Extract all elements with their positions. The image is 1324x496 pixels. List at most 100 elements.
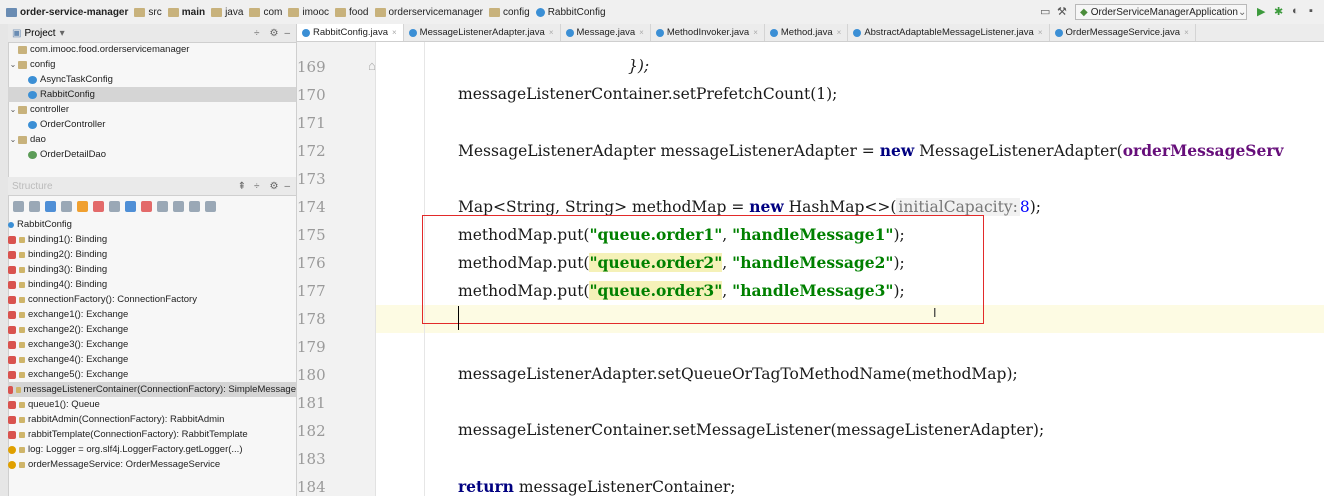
tab-message[interactable]: Message.java ×	[561, 24, 651, 41]
tab-messagelisteneradapter[interactable]: MessageListenerAdapter.java ×	[404, 24, 561, 41]
tree-item-config[interactable]: ⌄ config	[8, 57, 296, 72]
structure-item[interactable]: rabbitAdmin(ConnectionFactory): RabbitAd…	[8, 412, 296, 427]
structure-item[interactable]: exchange2(): Exchange	[8, 322, 296, 337]
fold-icon[interactable]: ⌂	[368, 58, 376, 73]
gear-icon[interactable]: ⚙	[269, 28, 278, 39]
chevron-down-icon[interactable]: ⌄	[8, 105, 18, 114]
line-number: 176	[297, 254, 326, 272]
stop-icon[interactable]: ▪	[1309, 5, 1313, 17]
autoscroll-to-source-icon[interactable]	[189, 200, 200, 212]
method-icon	[8, 370, 16, 379]
sort-alpha-icon[interactable]	[13, 200, 24, 212]
tab-methodinvoker[interactable]: MethodInvoker.java ×	[651, 24, 765, 41]
debug-icon[interactable]: ✱	[1274, 5, 1283, 18]
folder-icon	[18, 105, 27, 114]
build-hammer-icon[interactable]: ⚒	[1057, 5, 1067, 18]
structure-item[interactable]: binding3(): Binding	[8, 262, 296, 277]
breadcrumb-rabbitconfig[interactable]: RabbitConfig	[535, 7, 606, 18]
tab-rabbitconfig[interactable]: RabbitConfig.java ×	[297, 24, 404, 41]
layout-icon[interactable]: ▭	[1040, 5, 1050, 18]
structure-item[interactable]: exchange5(): Exchange	[8, 367, 296, 382]
structure-panel-header[interactable]: Structure ⇞ ÷ ⚙ –	[8, 177, 296, 196]
tree-item-asynctaskconfig[interactable]: AsyncTaskConfig	[8, 72, 296, 87]
expand-icon[interactable]: ⇞	[238, 181, 246, 192]
tree-item-package[interactable]: com.imooc.food.orderservicemanager	[8, 42, 296, 57]
show-anonymous-icon[interactable]	[141, 200, 152, 212]
close-icon[interactable]: ×	[837, 28, 842, 37]
tree-item-controller[interactable]: ⌄ controller	[8, 102, 296, 117]
coverage-icon[interactable]: ◐	[1292, 5, 1299, 17]
code-line-170: messageListenerContainer.setPrefetchCoun…	[458, 85, 838, 103]
breadcrumb-project[interactable]: order-service-manager	[6, 7, 128, 18]
breadcrumb-orderservicemanager[interactable]: orderservicemanager	[374, 7, 483, 18]
folder-icon	[18, 60, 27, 69]
show-properties-icon[interactable]	[45, 200, 56, 212]
public-icon	[19, 311, 25, 318]
folder-icon	[374, 7, 386, 17]
collapse-all-icon[interactable]	[173, 200, 184, 212]
breadcrumb-main[interactable]: main	[167, 7, 205, 18]
structure-item[interactable]: exchange3(): Exchange	[8, 337, 296, 352]
hide-icon[interactable]: –	[284, 28, 290, 39]
method-icon	[8, 400, 16, 409]
project-panel-header[interactable]: ▣ Project ▾ ÷ ⚙ –	[8, 24, 296, 43]
structure-item[interactable]: rabbitTemplate(ConnectionFactory): Rabbi…	[8, 427, 296, 442]
show-fields-icon[interactable]	[61, 200, 72, 212]
structure-item-selected[interactable]: messageListenerContainer(ConnectionFacto…	[8, 382, 296, 397]
structure-item[interactable]: queue1(): Queue	[8, 397, 296, 412]
close-icon[interactable]: ×	[549, 28, 554, 37]
line-number-current: 178	[297, 310, 326, 328]
close-icon[interactable]: ×	[392, 28, 397, 37]
close-icon[interactable]: ×	[1038, 28, 1043, 37]
show-non-public-icon[interactable]	[93, 200, 104, 212]
structure-item[interactable]: binding4(): Binding	[8, 277, 296, 292]
class-icon	[535, 7, 545, 17]
class-icon	[769, 28, 778, 37]
expand-all-icon[interactable]	[157, 200, 168, 212]
chevron-down-icon[interactable]: ⌄	[8, 135, 18, 144]
breadcrumb-config[interactable]: config	[489, 7, 530, 18]
tree-item-ordercontroller[interactable]: OrderController	[8, 117, 296, 132]
show-inherited-icon[interactable]	[77, 200, 88, 212]
hide-icon[interactable]: –	[284, 181, 290, 192]
private-icon	[19, 446, 25, 453]
class-icon	[28, 120, 37, 129]
structure-item[interactable]: connectionFactory(): ConnectionFactory	[8, 292, 296, 307]
breadcrumb-src[interactable]: src	[134, 7, 162, 18]
structure-item[interactable]: exchange4(): Exchange	[8, 352, 296, 367]
autoscroll-from-source-icon[interactable]	[205, 200, 216, 212]
breadcrumb-com[interactable]: com	[249, 7, 282, 18]
gear-icon[interactable]: ⚙	[269, 181, 278, 192]
breadcrumb-java[interactable]: java	[211, 7, 243, 18]
tree-item-dao[interactable]: ⌄ dao	[8, 132, 296, 147]
structure-item[interactable]: binding2(): Binding	[8, 247, 296, 262]
field-icon	[8, 445, 16, 454]
chevron-down-icon[interactable]: ⌄	[8, 60, 18, 69]
filter-icon[interactable]	[109, 200, 120, 212]
structure-item[interactable]: log: Logger = org.slf4j.LoggerFactory.ge…	[8, 442, 296, 457]
tab-abstractadaptablemessagelistener[interactable]: AbstractAdaptableMessageListener.java ×	[848, 24, 1050, 41]
close-icon[interactable]: ×	[753, 28, 758, 37]
tab-ordermessageservice[interactable]: OrderMessageService.java ×	[1050, 24, 1196, 41]
breadcrumb-imooc[interactable]: imooc	[288, 7, 329, 18]
close-icon[interactable]: ×	[1184, 28, 1189, 37]
run-configuration-select[interactable]: ◆ OrderServiceManagerApplication ⌄	[1075, 4, 1247, 20]
public-icon	[19, 251, 25, 258]
structure-item[interactable]: binding1(): Binding	[8, 232, 296, 247]
tree-item-rabbitconfig[interactable]: RabbitConfig	[8, 87, 296, 102]
close-icon[interactable]: ×	[639, 28, 644, 37]
structure-item[interactable]: orderMessageService: OrderMessageService	[8, 457, 296, 472]
tree-item-orderdetaildao[interactable]: OrderDetailDao	[8, 147, 296, 162]
collapse-icon[interactable]: ÷	[254, 181, 260, 192]
show-lambdas-icon[interactable]	[125, 200, 136, 212]
method-icon	[8, 250, 16, 259]
sort-visibility-icon[interactable]	[29, 200, 40, 212]
tab-method[interactable]: Method.java ×	[765, 24, 849, 41]
collapse-icon[interactable]: ÷	[254, 28, 260, 39]
structure-root[interactable]: RabbitConfig	[8, 217, 296, 232]
folder-icon	[288, 7, 300, 17]
class-icon	[655, 28, 664, 37]
breadcrumb-food[interactable]: food	[335, 7, 369, 18]
run-icon[interactable]: ▶	[1257, 5, 1265, 18]
structure-item[interactable]: exchange1(): Exchange	[8, 307, 296, 322]
